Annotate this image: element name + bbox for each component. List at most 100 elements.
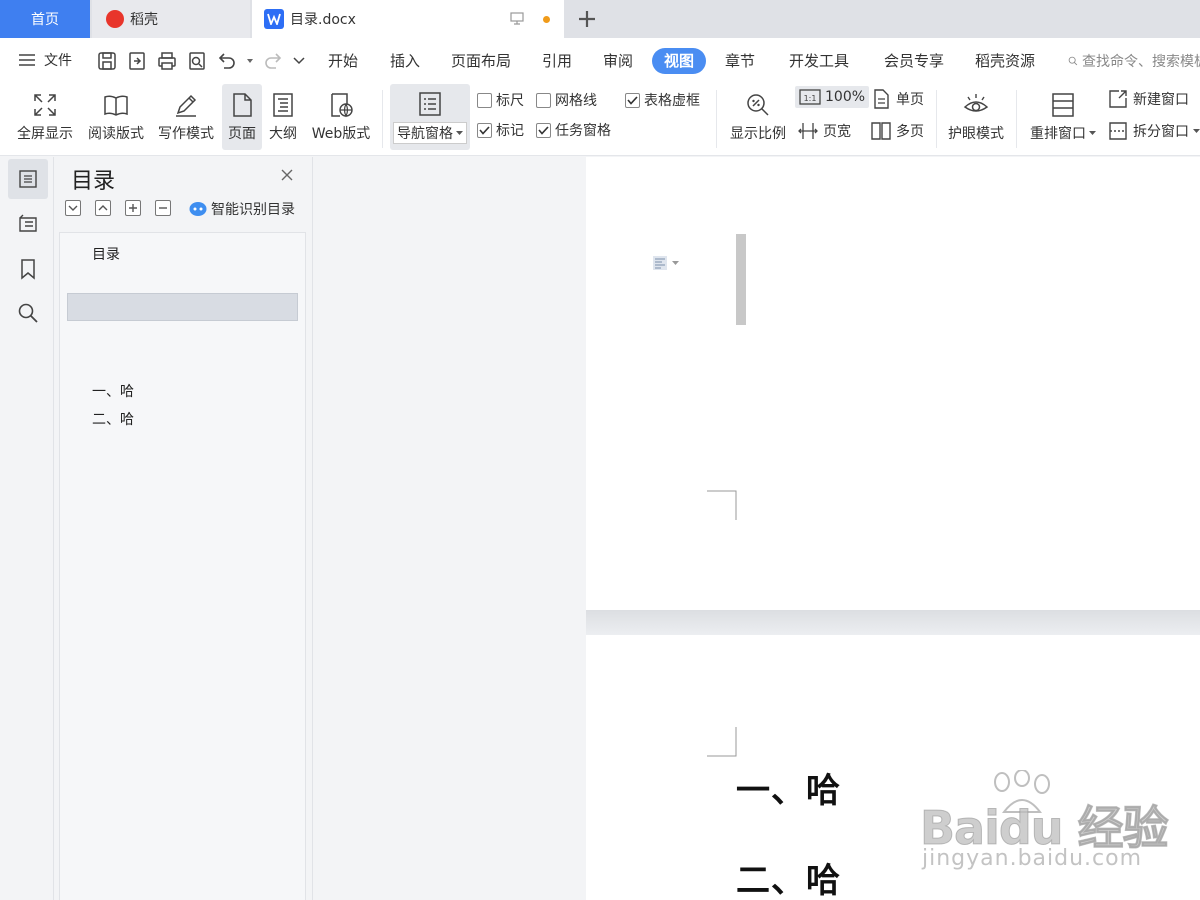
arrange-windows-button[interactable]: 重排窗口 (1024, 84, 1102, 150)
reading-layout-button[interactable]: 阅读版式 (83, 84, 149, 150)
nav-pane-icon (419, 92, 441, 116)
eye-protection-button[interactable]: 护眼模式 (944, 84, 1008, 150)
multi-page-icon (871, 122, 891, 140)
ruler-check-box[interactable] (477, 92, 492, 108)
eye-icon (963, 94, 989, 112)
ruler-checkbox[interactable]: 标尺 (477, 90, 524, 110)
smart-toc-label: 智能识别目录 (211, 202, 295, 218)
menu-tab-insert[interactable]: 插入 (390, 48, 420, 74)
paragraph-layout-icon (653, 256, 667, 270)
page-width-label: 页宽 (823, 124, 851, 140)
print-icon[interactable] (156, 50, 178, 72)
nav-pane-button[interactable]: 导航窗格 (390, 84, 470, 150)
document-page[interactable] (586, 157, 1200, 610)
undo-icon[interactable] (216, 50, 238, 72)
toc-rail-button[interactable] (8, 159, 48, 199)
markup-check-box[interactable] (477, 122, 492, 138)
page-view-button[interactable]: 页面 (222, 84, 262, 150)
page-width-button[interactable]: 页宽 (797, 120, 851, 142)
menu-tab-daoke-resources[interactable]: 稻壳资源 (975, 48, 1035, 74)
unsaved-dot-icon (543, 15, 550, 23)
outline-icon (273, 93, 293, 117)
toc-item[interactable]: 目录 (92, 244, 120, 264)
expand-down-icon[interactable] (65, 200, 81, 216)
toc-panel: 目录 智能识别目录 目录 一、哈 二、哈 (55, 157, 313, 900)
gridlines-check-box[interactable] (536, 92, 551, 108)
arrange-dropdown-icon[interactable] (1089, 130, 1096, 136)
add-tab-icon[interactable] (576, 8, 598, 30)
document-heading[interactable]: 二、哈 (736, 853, 841, 900)
table-gridlines-check-box[interactable] (625, 92, 640, 108)
close-icon[interactable] (279, 167, 295, 183)
multi-page-button[interactable]: 多页 (870, 120, 924, 142)
menu-tab-member[interactable]: 会员专享 (884, 48, 944, 74)
nav-pane-label: 导航窗格 (397, 126, 453, 142)
smart-toc-button[interactable]: 智能识别目录 (189, 199, 295, 219)
table-gridlines-checkbox[interactable]: 表格虚框 (625, 90, 700, 110)
menu-tab-page-layout[interactable]: 页面布局 (451, 48, 511, 74)
menu-tab-home[interactable]: 开始 (328, 48, 358, 74)
markup-checkbox[interactable]: 标记 (477, 120, 524, 140)
paragraph-layout-button[interactable] (652, 255, 679, 271)
smart-robot-icon (189, 202, 207, 216)
file-menu-label: 文件 (44, 53, 72, 69)
customize-toolbar-icon[interactable] (292, 56, 306, 66)
outline-view-button[interactable]: 大纲 (265, 84, 301, 150)
task-pane-checkbox[interactable]: 任务窗格 (536, 120, 611, 140)
ribbon-separator (382, 90, 383, 148)
print-preview-icon[interactable] (186, 50, 208, 72)
menu-tab-review[interactable]: 审阅 (603, 48, 633, 74)
eye-protection-label: 护眼模式 (948, 126, 1004, 142)
zoom-button[interactable]: 显示比例 (726, 84, 790, 150)
undo-dropdown-icon[interactable] (246, 57, 254, 65)
menu-tab-references[interactable]: 引用 (542, 48, 572, 74)
toc-list-icon (19, 170, 37, 188)
outline-view-label: 大纲 (269, 126, 297, 142)
document-heading[interactable]: 一、哈 (736, 763, 841, 812)
single-page-button[interactable]: 单页 (870, 88, 924, 110)
split-window-label: 拆分窗口 (1133, 124, 1189, 140)
web-layout-button[interactable]: Web版式 (306, 84, 376, 150)
zoom-level-label: 100% (825, 89, 866, 105)
command-search[interactable]: 查找命令、搜索模板 (1068, 48, 1200, 74)
toc-item[interactable]: 一、哈 (92, 381, 134, 401)
nav-pane-dropdown-icon[interactable] (456, 130, 463, 136)
toc-item[interactable]: 二、哈 (92, 409, 134, 429)
split-window-button[interactable]: 拆分窗口 (1107, 120, 1200, 142)
command-search-placeholder: 查找命令、搜索模板 (1082, 54, 1200, 70)
menu-tab-chapter[interactable]: 章节 (725, 48, 755, 74)
split-window-icon (1109, 122, 1127, 140)
save-icon[interactable] (96, 50, 118, 72)
remove-heading-icon[interactable] (155, 200, 171, 216)
file-menu-button[interactable]: 文件 (18, 50, 72, 70)
margin-corner-mark (707, 727, 737, 757)
watermark-url: jingyan.baidu.com (922, 846, 1143, 871)
tab-home[interactable]: 首页 (0, 0, 90, 38)
daoke-logo-icon (106, 10, 124, 28)
bookmark-rail-button[interactable] (8, 249, 48, 289)
gridlines-checkbox[interactable]: 网格线 (536, 90, 597, 110)
menu-tab-developer[interactable]: 开发工具 (789, 48, 849, 74)
tab-document-label: 目录.docx (290, 12, 356, 28)
menu-tab-view[interactable]: 视图 (652, 48, 707, 74)
new-window-button[interactable]: 新建窗口 (1107, 88, 1189, 110)
split-dropdown-icon[interactable] (1193, 128, 1200, 134)
chapter-rail-button[interactable] (8, 203, 48, 243)
zoom-label: 显示比例 (730, 126, 786, 142)
monitor-icon[interactable] (509, 12, 525, 26)
redo-icon[interactable] (262, 50, 284, 72)
toc-selected-row[interactable] (67, 293, 298, 321)
export-icon[interactable] (126, 50, 148, 72)
tab-document[interactable]: 目录.docx (252, 0, 564, 38)
writing-mode-button[interactable]: 写作模式 (153, 84, 219, 150)
search-rail-button[interactable] (8, 293, 48, 333)
arrange-windows-label: 重排窗口 (1030, 126, 1086, 142)
tab-daoke[interactable]: 稻壳 (92, 0, 250, 38)
fullscreen-button[interactable]: 全屏显示 (12, 84, 78, 150)
collapse-up-icon[interactable] (95, 200, 111, 216)
zoom-100-button[interactable]: 1:1 100% (795, 86, 870, 108)
task-pane-check-box[interactable] (536, 122, 551, 138)
add-heading-icon[interactable] (125, 200, 141, 216)
ribbon-separator (936, 90, 937, 148)
chapter-nav-icon (19, 214, 37, 232)
